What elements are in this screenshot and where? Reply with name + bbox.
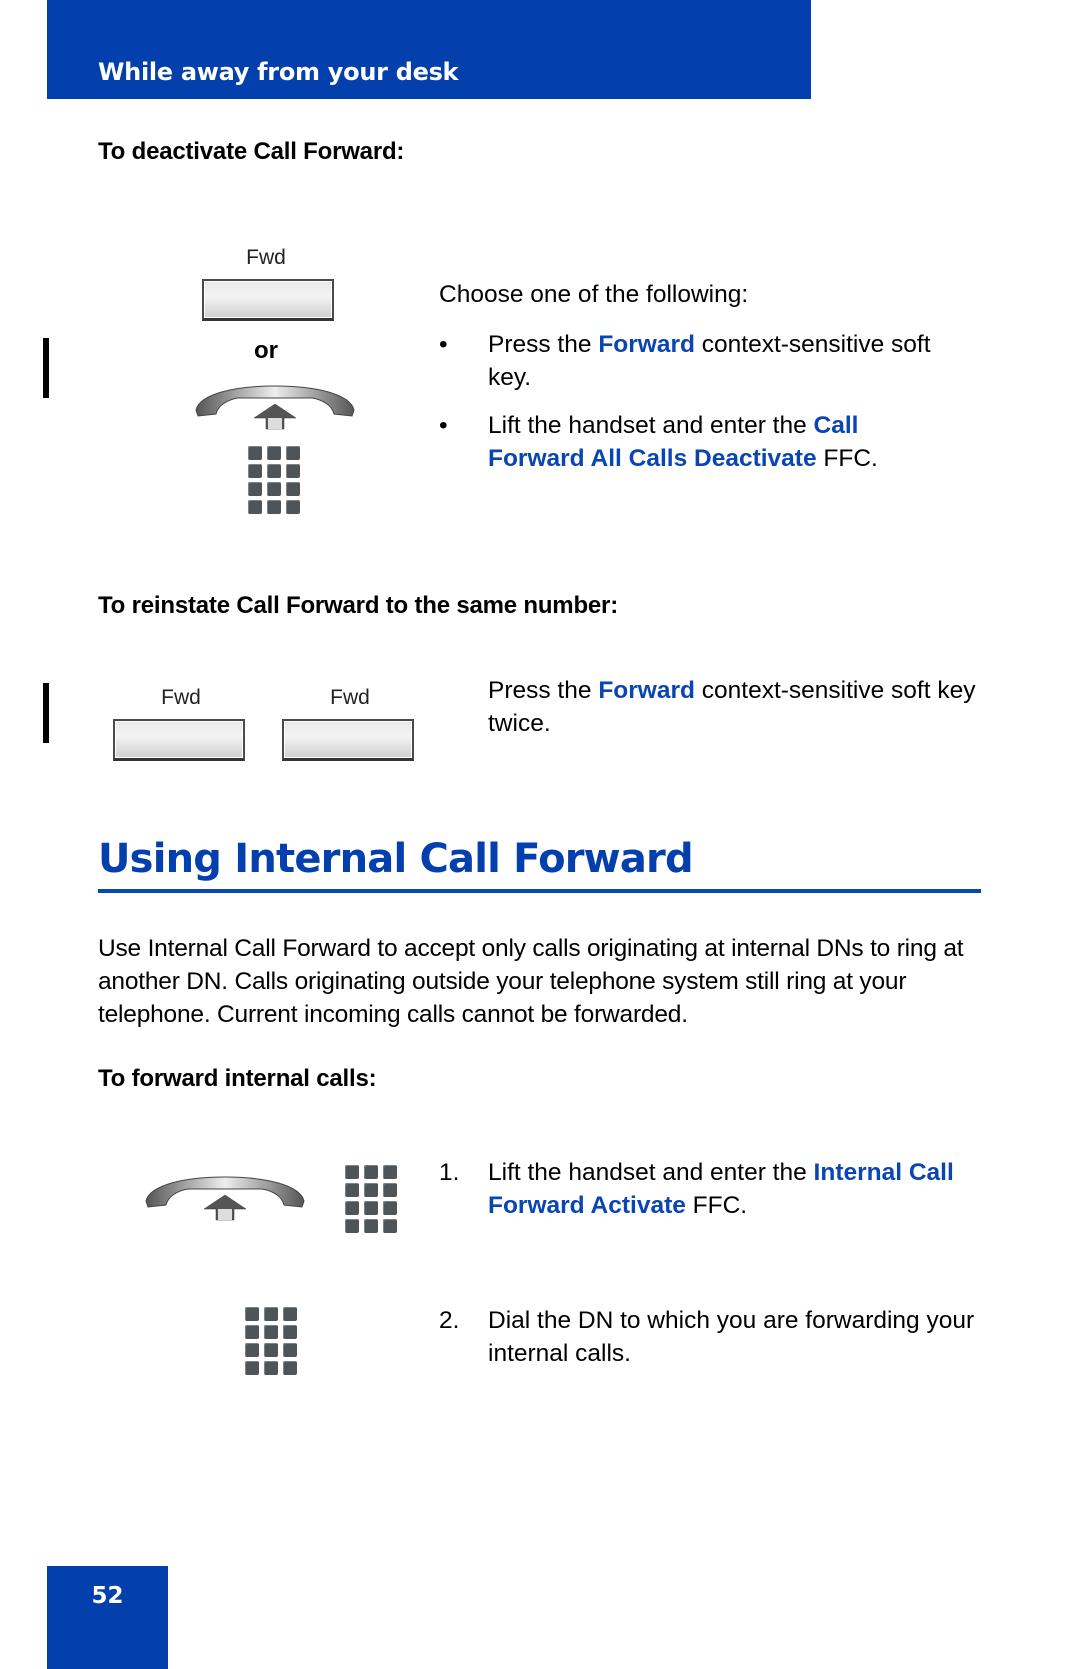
deactivate-heading: To deactivate Call Forward:: [98, 138, 405, 165]
change-bar: [43, 338, 49, 398]
section-rule: [98, 889, 981, 893]
keypad-icon: [248, 446, 300, 514]
handset-lift-icon: [195, 385, 355, 430]
page-number: 52: [91, 1583, 124, 1609]
reinstate-heading: To reinstate Call Forward to the same nu…: [98, 592, 618, 619]
forward-key-term: Forward: [598, 331, 695, 358]
bullet-mark: •: [439, 331, 448, 358]
page-number-box: [47, 1566, 168, 1669]
step-number: 1.: [439, 1159, 460, 1186]
deactivate-intro: Choose one of the following:: [439, 281, 749, 308]
chapter-title: While away from your desk: [98, 58, 459, 86]
fwd-softkey-button[interactable]: [202, 279, 334, 321]
step-text: Dial the DN to which you are forwarding …: [488, 1307, 975, 1367]
deactivate-option-2: • Lift the handset and enter the Call Fo…: [439, 409, 939, 475]
fwd-softkey-label: Fwd: [161, 686, 201, 709]
internal-description: Use Internal Call Forward to accept only…: [98, 935, 964, 1028]
option-text: Press the: [488, 331, 599, 358]
section-title: Using Internal Call Forward: [98, 836, 694, 882]
keypad-icon: [245, 1307, 297, 1375]
or-label: or: [254, 337, 278, 364]
change-bar: [43, 683, 49, 743]
step-number: 2.: [439, 1307, 460, 1334]
step-1: 1. Lift the handset and enter the Intern…: [439, 1156, 959, 1222]
keypad-icon: [345, 1165, 397, 1233]
fwd-softkey-label: Fwd: [330, 686, 370, 709]
handset-lift-icon: [145, 1176, 305, 1221]
forward-internal-heading: To forward internal calls:: [98, 1065, 377, 1092]
option-text: FFC.: [816, 445, 878, 472]
step-2: 2. Dial the DN to which you are forwardi…: [439, 1304, 979, 1370]
fwd-softkey-button[interactable]: [113, 719, 245, 761]
fwd-softkey-button[interactable]: [282, 719, 414, 761]
step-text: Lift the handset and enter the: [488, 1159, 814, 1186]
step-text: FFC.: [685, 1192, 748, 1219]
bullet-mark: •: [439, 412, 448, 439]
instruction-text: Press the: [488, 677, 599, 704]
deactivate-option-1: • Press the Forward context-sensitive so…: [439, 328, 979, 394]
option-text: Lift the handset and enter the: [488, 412, 814, 439]
reinstate-instruction: Press the Forward context-sensitive soft…: [488, 674, 988, 740]
forward-key-term: Forward: [598, 677, 695, 704]
fwd-softkey-label: Fwd: [246, 246, 286, 269]
